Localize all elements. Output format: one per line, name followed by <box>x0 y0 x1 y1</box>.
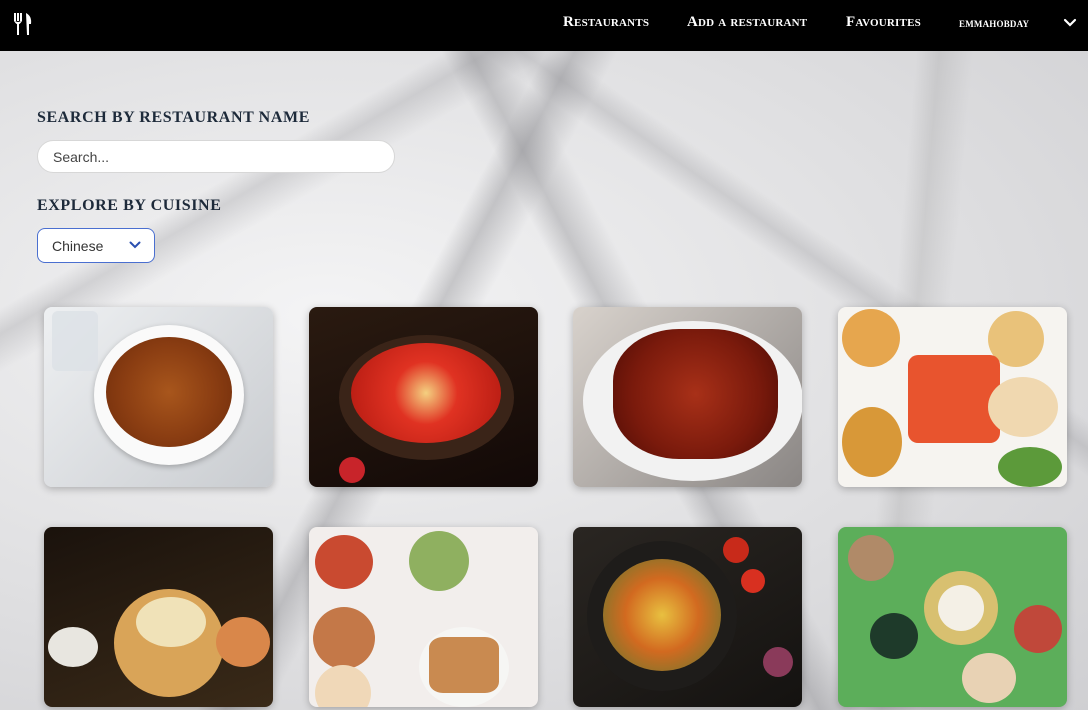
user-menu-name[interactable]: emmahobday <box>959 15 1029 31</box>
cuisine-select[interactable]: Chinese <box>37 228 155 263</box>
nav-add-restaurant-link[interactable]: Add a restaurant <box>687 14 807 31</box>
peking-duck-table-photo[interactable] <box>309 527 538 707</box>
banquet-table-photo[interactable] <box>838 527 1067 707</box>
chevron-down-icon[interactable] <box>1063 18 1077 28</box>
stir-fry-noodles-photo[interactable] <box>573 527 802 707</box>
search-input[interactable] <box>37 140 395 173</box>
roast-duck-photo[interactable] <box>573 307 802 487</box>
mapo-tofu-photo[interactable] <box>44 307 273 487</box>
nav-favourites-link[interactable]: Favourites <box>846 14 921 31</box>
nav-restaurants-link[interactable]: Restaurants <box>563 14 649 31</box>
main-content: SEARCH BY RESTAURANT NAME EXPLORE BY CUI… <box>0 51 1088 710</box>
cuisine-heading: EXPLORE BY CUISINE <box>37 197 222 214</box>
dim-sum-spread-photo[interactable] <box>838 307 1067 487</box>
search-heading: SEARCH BY RESTAURANT NAME <box>37 109 310 126</box>
navbar: Restaurants Add a restaurant Favourites … <box>0 0 1088 51</box>
chevron-down-icon <box>129 241 141 249</box>
cuisine-select-value: Chinese <box>52 238 104 254</box>
chili-hotpot-photo[interactable] <box>309 307 538 487</box>
fork-knife-icon[interactable] <box>12 12 34 36</box>
steamed-dumplings-photo[interactable] <box>44 527 273 707</box>
